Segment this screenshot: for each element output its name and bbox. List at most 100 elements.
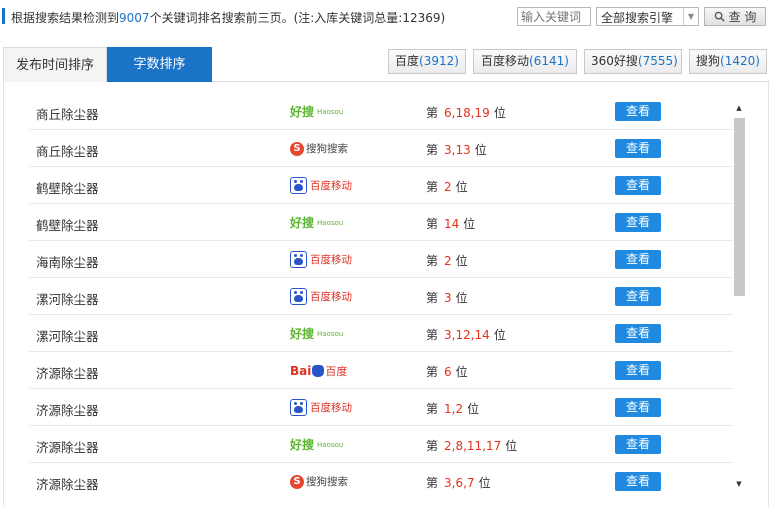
result-row: 济源除尘器 好搜 Haosou 第 2,8,11,17 位 查看 bbox=[29, 426, 733, 463]
tab-sort-by-time[interactable]: 发布时间排序 bbox=[3, 47, 107, 82]
result-row: 漯河除尘器 好搜 Haosou 第 3,12,14 位 查看 bbox=[29, 315, 733, 352]
result-row: 鹤壁除尘器 百度移动 第2位 查看 bbox=[29, 167, 733, 204]
baidu-mobile-logo-text: 百度移动 bbox=[310, 402, 352, 414]
rank-text: 第 14 位 bbox=[426, 215, 475, 232]
view-button[interactable]: 查看 bbox=[615, 102, 661, 121]
view-button[interactable]: 查看 bbox=[615, 176, 661, 195]
keyword-text: 漯河除尘器 bbox=[36, 329, 99, 344]
keyword-text: 商丘除尘器 bbox=[36, 144, 99, 159]
engine-filter-sogou[interactable]: 搜狗(1420) bbox=[689, 49, 767, 74]
engine-count: (3912) bbox=[419, 54, 459, 68]
rank-text: 第 1,2 位 bbox=[426, 400, 479, 417]
sogou-logo-icon: S bbox=[290, 474, 304, 489]
baidu-mobile-logo-text: 百度移动 bbox=[310, 180, 352, 192]
engine-logo: 好搜 Haosou bbox=[290, 102, 343, 121]
rank-prefix: 第 bbox=[426, 180, 439, 194]
scroll-up-arrow-icon[interactable]: ▲ bbox=[734, 103, 744, 113]
rank-positions: 6 bbox=[444, 365, 452, 379]
title-accent-bar bbox=[2, 8, 5, 24]
haosou-logo-icon: 好搜 bbox=[290, 438, 315, 452]
engine-scope-select[interactable]: 全部搜索引擎 ▼ bbox=[596, 7, 699, 26]
engine-logo: 百度移动 bbox=[290, 250, 352, 269]
result-row: 济源除尘器 S 搜狗搜索 第 3,6,7 位 查看 bbox=[29, 463, 733, 500]
engine-logo: 百度移动 bbox=[290, 287, 352, 306]
tab-sort-by-word-count[interactable]: 字数排序 bbox=[107, 47, 212, 82]
rank-text: 第2位 bbox=[426, 252, 468, 269]
baidu-logo-text: 百度 bbox=[325, 364, 348, 378]
baidu-mobile-logo-text: 百度移动 bbox=[310, 254, 352, 266]
rank-positions: 3,13 bbox=[444, 143, 471, 157]
engine-logo: 百度移动 bbox=[290, 176, 352, 195]
haosou-logo-icon: 好搜 bbox=[290, 327, 315, 341]
rank-prefix: 第 bbox=[426, 439, 439, 453]
rank-prefix: 第 bbox=[426, 217, 439, 231]
chevron-down-icon[interactable]: ▼ bbox=[683, 8, 698, 25]
view-button[interactable]: 查看 bbox=[615, 287, 661, 306]
baidu-mobile-logo-icon bbox=[290, 177, 307, 194]
rank-text: 第 6,18,19 位 bbox=[426, 104, 506, 121]
summary-suffix: 个关键词排名搜索前三页。(注:入库关键词总量:12369) bbox=[149, 11, 446, 25]
sogou-logo-text: 搜狗搜索 bbox=[306, 143, 348, 155]
result-row: 商丘除尘器 好搜 Haosou 第 6,18,19 位 查看 bbox=[29, 93, 733, 130]
rank-suffix: 位 bbox=[505, 439, 518, 453]
engine-logo: 好搜 Haosou bbox=[290, 324, 343, 343]
view-button[interactable]: 查看 bbox=[615, 324, 661, 343]
rank-text: 第6位 bbox=[426, 363, 468, 380]
rank-prefix: 第 bbox=[426, 106, 439, 120]
rank-suffix: 位 bbox=[478, 476, 491, 490]
top-bar: 根据搜索结果检测到9007个关键词排名搜索前三页。(注:入库关键词总量:1236… bbox=[0, 0, 771, 34]
engine-logo: S 搜狗搜索 bbox=[290, 139, 348, 158]
summary-prefix: 根据搜索结果检测到 bbox=[11, 11, 120, 25]
summary-count: 9007 bbox=[119, 11, 150, 25]
rank-prefix: 第 bbox=[426, 291, 439, 305]
result-row: 海南除尘器 百度移动 第2位 查看 bbox=[29, 241, 733, 278]
result-row: 济源除尘器 Bai 百度 第6位 查看 bbox=[29, 352, 733, 389]
engine-filter-baidu-mobile[interactable]: 百度移动(6141) bbox=[473, 49, 577, 74]
haosou-logo-sub: Haosou bbox=[317, 329, 344, 338]
view-button[interactable]: 查看 bbox=[615, 361, 661, 380]
result-row: 商丘除尘器 S 搜狗搜索 第 3,13 位 查看 bbox=[29, 130, 733, 167]
view-button[interactable]: 查看 bbox=[615, 472, 661, 491]
view-button[interactable]: 查看 bbox=[615, 139, 661, 158]
rank-positions: 6,18,19 bbox=[444, 106, 490, 120]
baidu-mobile-logo-icon bbox=[290, 399, 307, 416]
rank-suffix: 位 bbox=[463, 217, 476, 231]
rank-prefix: 第 bbox=[426, 365, 439, 379]
query-label: 查 询 bbox=[728, 10, 757, 24]
rank-text: 第2位 bbox=[426, 178, 468, 195]
engine-count: (6141) bbox=[529, 54, 569, 68]
engine-filter-360-haosou[interactable]: 360好搜(7555) bbox=[584, 49, 682, 74]
engine-name: 百度 bbox=[395, 54, 420, 68]
view-button[interactable]: 查看 bbox=[615, 213, 661, 232]
baidu-mobile-logo-text: 百度移动 bbox=[310, 291, 352, 303]
keyword-text: 漯河除尘器 bbox=[36, 292, 99, 307]
scroll-thumb[interactable] bbox=[734, 118, 745, 296]
rank-positions: 1,2 bbox=[444, 402, 464, 416]
rank-prefix: 第 bbox=[426, 254, 439, 268]
scroll-down-arrow-icon[interactable]: ▼ bbox=[734, 479, 744, 489]
rank-suffix: 位 bbox=[493, 106, 506, 120]
results-scrollbar[interactable]: ▲ ▼ bbox=[731, 103, 747, 489]
engine-logo: 好搜 Haosou bbox=[290, 435, 343, 454]
rank-text: 第 3,6,7 位 bbox=[426, 474, 491, 491]
view-button[interactable]: 查看 bbox=[615, 398, 661, 417]
rank-text: 第 3,13 位 bbox=[426, 141, 487, 158]
rank-suffix: 位 bbox=[474, 143, 487, 157]
engine-count: (1420) bbox=[720, 54, 760, 68]
result-summary: 根据搜索结果检测到9007个关键词排名搜索前三页。(注:入库关键词总量:1236… bbox=[11, 9, 445, 26]
view-button[interactable]: 查看 bbox=[615, 435, 661, 454]
engine-name: 百度移动 bbox=[481, 54, 530, 68]
view-button[interactable]: 查看 bbox=[615, 250, 661, 269]
keyword-search-input[interactable] bbox=[517, 7, 591, 26]
engine-filter-baidu[interactable]: 百度(3912) bbox=[388, 49, 466, 74]
engine-count: (7555) bbox=[637, 54, 678, 68]
baidu-logo-sub: Bai bbox=[290, 363, 312, 378]
result-row: 鹤壁除尘器 好搜 Haosou 第 14 位 查看 bbox=[29, 204, 733, 241]
query-button[interactable]: 查 询 bbox=[704, 7, 766, 26]
results-panel: 商丘除尘器 好搜 Haosou 第 6,18,19 位 查看 商丘除尘器 S 搜狗搜索 … bbox=[3, 82, 769, 507]
engine-name: 360好搜 bbox=[591, 54, 638, 68]
engine-logo: S 搜狗搜索 bbox=[290, 472, 348, 491]
engine-name: 搜狗 bbox=[696, 54, 721, 68]
search-icon bbox=[714, 11, 725, 22]
result-row: 漯河除尘器 百度移动 第3位 查看 bbox=[29, 278, 733, 315]
